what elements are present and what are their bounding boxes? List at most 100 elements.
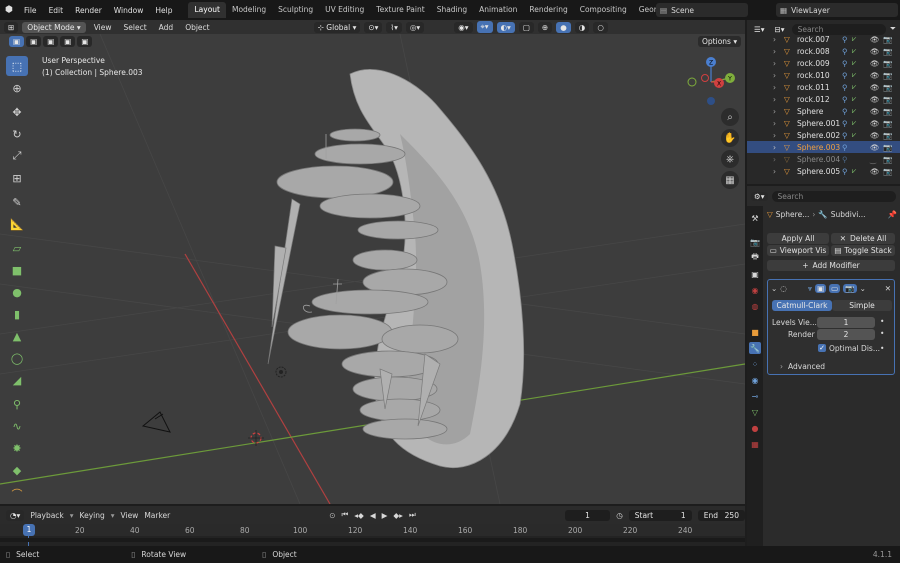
advanced-section[interactable]: Advanced [788, 362, 825, 371]
camera-view-icon[interactable]: ⎈ [721, 150, 739, 168]
advanced-chevron-icon[interactable]: › [780, 362, 783, 371]
menu-marker[interactable]: Marker [144, 511, 170, 520]
add-torus-tool-icon[interactable]: ◯ [6, 348, 28, 368]
gizmo-toggle-icon[interactable]: ⌖▾ [476, 21, 493, 33]
shading-wireframe-icon[interactable]: ⊕ [537, 21, 553, 33]
timeline-scrollbar[interactable] [0, 538, 745, 542]
outliner-row-hidden[interactable]: › ▽ Sphere.004 ⚲ ‿ 📷 [747, 153, 900, 165]
perspective-toggle-icon[interactable]: ▦ [721, 171, 739, 189]
shading-solid-icon[interactable]: ● [556, 21, 571, 33]
current-frame-field[interactable]: 1 [564, 509, 611, 521]
select-box-tool-icon[interactable]: ⬚ [6, 56, 28, 76]
navigation-gizmo[interactable]: Z Y X [687, 57, 735, 105]
outliner-row[interactable]: › ▽ Sphere.002 ⚲ ⩗ 👁 📷 [747, 129, 900, 141]
timeline-editor-icon[interactable]: ◔▾ [6, 509, 25, 521]
tab-rendering[interactable]: Rendering [523, 2, 573, 18]
tab-modeling[interactable]: Modeling [226, 2, 272, 18]
constraints-tab-icon[interactable]: ⊸ [749, 390, 761, 402]
menu-file[interactable]: File [18, 6, 43, 15]
camera-render-icon[interactable]: 📷 [883, 119, 892, 128]
outliner-row[interactable]: › ▽ Sphere.005 ⚲ ⩗ 👁 📷 [747, 165, 900, 177]
pivot-icon[interactable]: ⊙▾ [364, 21, 383, 33]
add-curve-tool-icon[interactable]: ∿ [6, 416, 28, 436]
camera-render-icon[interactable]: 📷 [883, 47, 892, 56]
eye-icon[interactable]: 👁 [870, 47, 880, 56]
playhead[interactable]: 1 [23, 524, 35, 536]
camera-render-icon[interactable]: 📷 [883, 95, 892, 104]
scene-tab-icon[interactable]: ◉ [749, 284, 761, 296]
tab-compositing[interactable]: Compositing [574, 2, 633, 18]
render-tab-icon[interactable]: 📷 [749, 236, 761, 248]
outliner-row[interactable]: › ▽ rock.011 ⚲ ⩗ 👁 📷 [747, 81, 900, 93]
tab-sculpting[interactable]: Sculpting [272, 2, 319, 18]
outliner-row[interactable]: › ▽ Sphere.001 ⚲ ⩗ 👁 📷 [747, 117, 900, 129]
play-icon[interactable]: ▶ [382, 511, 388, 520]
eye-icon[interactable]: 👁 [870, 95, 880, 104]
shading-material-icon[interactable]: ◑ [574, 21, 590, 33]
add-light-tool-icon[interactable]: ✸ [6, 438, 28, 458]
eye-icon[interactable]: 👁 [870, 119, 880, 128]
keyframe-dot-icon[interactable]: • [880, 317, 884, 326]
add-empty-tool-icon[interactable]: ◆ [6, 460, 28, 480]
texture-tab-icon[interactable]: ▦ [749, 438, 761, 450]
camera-render-icon[interactable]: 📷 [883, 59, 892, 68]
jump-start-icon[interactable]: ⏮ [342, 510, 349, 520]
eye-icon[interactable]: 👁 [870, 167, 880, 176]
physics-tab-icon[interactable]: ◉ [749, 374, 761, 386]
viewport-vis-button[interactable]: ▭ Viewport Vis [767, 245, 829, 256]
menu-select[interactable]: Select [120, 23, 151, 32]
add-cube-tool-icon[interactable]: ■ [6, 260, 28, 280]
collapse-icon[interactable]: ⌄ [771, 284, 777, 293]
select-new-icon[interactable]: ▣ [9, 36, 25, 47]
tab-shading[interactable]: Shading [431, 2, 473, 18]
keyframe-dot-icon[interactable]: • [880, 344, 884, 353]
record-icon[interactable]: ⊙ [329, 511, 335, 520]
select-invert-icon[interactable]: ▣ [60, 36, 76, 47]
overlay-toggle-icon[interactable]: ◐▾ [496, 21, 515, 33]
eye-icon[interactable]: 👁 [870, 83, 880, 92]
prev-keyframe-icon[interactable]: ◂◆ [354, 511, 364, 520]
keyframe-dot-icon[interactable]: • [880, 329, 884, 338]
modifier-close-icon[interactable]: ✕ [885, 284, 891, 293]
world-tab-icon[interactable]: ◍ [749, 300, 761, 312]
xray-toggle-icon[interactable]: ▢ [518, 21, 534, 33]
eye-icon[interactable]: 👁 [870, 131, 880, 140]
tab-animation[interactable]: Animation [473, 2, 523, 18]
start-frame-field[interactable]: Start 1 [628, 509, 692, 521]
scale-tool-icon[interactable]: ⤢ [6, 146, 28, 166]
camera-render-icon[interactable]: 📷 [883, 83, 892, 92]
scene-selector[interactable]: ▤ Scene [656, 3, 748, 17]
render-levels-field[interactable]: 2 [817, 329, 875, 340]
catmull-clark-button[interactable]: Catmull-Clark [772, 300, 832, 311]
eye-icon[interactable]: 👁 [870, 59, 880, 68]
menu-edit[interactable]: Edit [43, 6, 70, 15]
transform-tool-icon[interactable]: ⊞ [6, 168, 28, 188]
add-cone-tool-icon[interactable]: ▲ [6, 326, 28, 346]
tab-texture-paint[interactable]: Texture Paint [370, 2, 430, 18]
eye-closed-icon[interactable]: ‿ [870, 155, 876, 164]
add-plane-tool-icon[interactable]: ▱ [6, 238, 28, 258]
toggle-stack-button[interactable]: ▤ Toggle Stack [831, 245, 895, 256]
view-layer-selector[interactable]: ▦ ViewLayer [776, 3, 898, 17]
light-object[interactable] [275, 366, 287, 378]
outliner-row[interactable]: › ▽ rock.012 ⚲ ⩗ 👁 📷 [747, 93, 900, 105]
optimal-display-checkbox[interactable]: ✓ [818, 344, 826, 352]
simple-button[interactable]: Simple [832, 300, 892, 311]
snap-icon[interactable]: ⌇▾ [386, 21, 402, 33]
pan-hand-icon[interactable]: ✋ [721, 129, 739, 147]
select-extend-icon[interactable]: ▣ [26, 36, 42, 47]
outliner-row[interactable]: › ▽ rock.009 ⚲ ⩗ 👁 📷 [747, 57, 900, 69]
particles-tab-icon[interactable]: ⁘ [749, 358, 761, 370]
add-rainbow-tool-icon[interactable]: ⌒ [6, 484, 28, 504]
viewport-toggle-icon[interactable]: ▭ [829, 284, 841, 293]
shading-rendered-icon[interactable]: ○ [593, 21, 608, 33]
camera-render-icon[interactable]: 📷 [883, 167, 892, 176]
camera-render-icon[interactable]: 📷 [883, 71, 892, 80]
properties-search-input[interactable]: Search [771, 190, 896, 202]
render-toggle-icon[interactable]: 📷 [843, 284, 857, 293]
properties-editor-icon[interactable]: ⚙▾ [751, 191, 768, 201]
move-tool-icon[interactable]: ✥ [6, 102, 28, 122]
blender-logo-icon[interactable]: ⬢ [0, 5, 18, 15]
camera-render-icon[interactable]: 📷 [883, 107, 892, 116]
tab-layout[interactable]: Layout [188, 2, 226, 18]
